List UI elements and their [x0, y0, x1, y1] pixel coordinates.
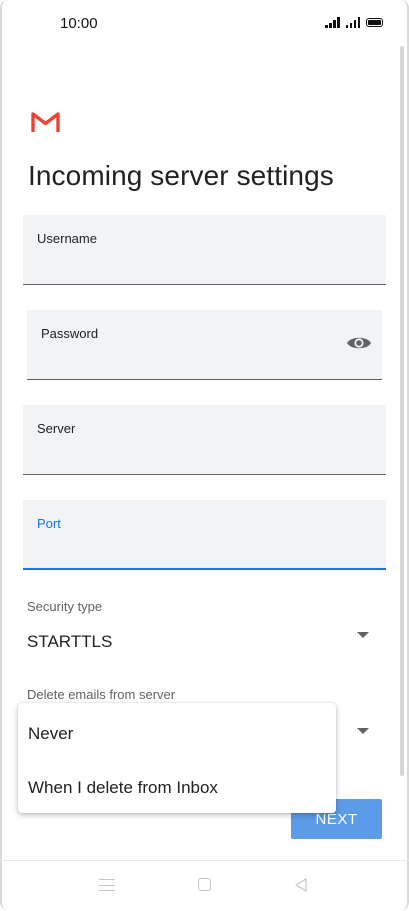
password-input[interactable]: [41, 351, 336, 371]
signal-icon: [345, 17, 360, 28]
port-input[interactable]: [37, 540, 372, 560]
device-frame-left: [0, 0, 8, 910]
chevron-down-icon[interactable]: [357, 728, 369, 734]
delete-emails-menu: Never When I delete from Inbox: [18, 703, 336, 813]
menu-item-never[interactable]: Never: [18, 708, 336, 760]
username-input[interactable]: [37, 256, 372, 276]
username-label: Username: [37, 231, 97, 246]
server-input[interactable]: [37, 446, 372, 466]
gmail-icon: [31, 112, 60, 132]
delete-emails-label: Delete emails from server: [27, 687, 176, 702]
security-type-value[interactable]: STARTTLS: [27, 632, 112, 652]
page-title: Incoming server settings: [28, 160, 334, 191]
signal-icon: [325, 17, 340, 28]
menu-item-when-delete-from-inbox[interactable]: When I delete from Inbox: [18, 762, 336, 814]
eye-icon[interactable]: [346, 334, 372, 352]
server-label: Server: [37, 421, 76, 436]
security-type-label: Security type: [27, 599, 103, 614]
port-label: Port: [37, 516, 61, 531]
status-time: 10:00: [60, 15, 98, 32]
back-icon[interactable]: [293, 877, 309, 893]
home-icon[interactable]: [198, 878, 211, 891]
battery-icon: [366, 18, 383, 27]
status-icons: [325, 17, 383, 28]
server-field[interactable]: Server: [23, 405, 386, 475]
username-field[interactable]: Username: [23, 215, 386, 285]
chevron-down-icon[interactable]: [357, 632, 369, 638]
password-field[interactable]: Password: [27, 310, 382, 380]
scrollbar[interactable]: [400, 46, 404, 776]
port-field[interactable]: Port: [23, 500, 386, 570]
status-bar: 10:00: [0, 0, 409, 48]
password-label: Password: [41, 326, 99, 341]
navigation-bar: [0, 860, 409, 911]
menu-icon[interactable]: [99, 879, 115, 891]
